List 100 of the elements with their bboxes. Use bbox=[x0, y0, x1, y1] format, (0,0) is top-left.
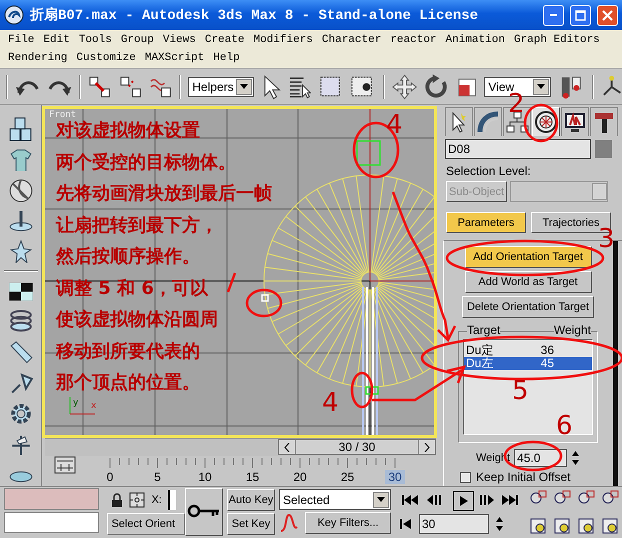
key-set-dropdown[interactable]: Selected bbox=[279, 489, 391, 510]
menu-item[interactable]: Customize bbox=[76, 52, 136, 64]
menu-item[interactable]: Graph Editors bbox=[514, 34, 600, 46]
panel-tab[interactable] bbox=[590, 107, 618, 136]
target-name: Du左 bbox=[466, 357, 494, 370]
menu-item[interactable]: File bbox=[8, 34, 34, 46]
menu-item[interactable]: Rendering bbox=[8, 52, 68, 64]
key-filters-button[interactable]: Key Filters... bbox=[305, 512, 391, 534]
menu-item[interactable]: Modifiers bbox=[253, 34, 313, 46]
checkbox[interactable] bbox=[460, 472, 471, 482]
menu-item[interactable]: Character bbox=[322, 34, 382, 46]
lock-icon[interactable] bbox=[111, 493, 124, 507]
panel-button[interactable]: Add World as Target bbox=[464, 271, 592, 293]
pin-icon[interactable] bbox=[8, 208, 34, 232]
coordinate-label: X: bbox=[151, 494, 162, 506]
capsule-icon[interactable] bbox=[8, 340, 34, 364]
maximize-icon bbox=[574, 8, 587, 22]
menu-item[interactable]: Animation bbox=[446, 34, 505, 46]
axis-tripod-icon bbox=[70, 396, 96, 414]
unlink-icon[interactable] bbox=[118, 74, 142, 98]
selection-level-label: Selection Level: bbox=[446, 164, 532, 178]
dummy-helper[interactable] bbox=[356, 140, 381, 166]
auto-key-button[interactable]: Auto Key bbox=[227, 489, 275, 511]
rotate-icon[interactable] bbox=[424, 74, 450, 100]
list-row[interactable]: Du左 45 bbox=[464, 357, 592, 370]
frame-label: 0 bbox=[106, 470, 114, 484]
maximize-viewport-icon[interactable] bbox=[600, 516, 620, 536]
spinner-icon[interactable] bbox=[495, 516, 504, 532]
menu-item[interactable]: reactor bbox=[390, 34, 437, 46]
minimize-icon bbox=[550, 14, 557, 16]
panel-tab[interactable] bbox=[561, 107, 589, 136]
annotation-number: 5 bbox=[512, 378, 529, 404]
selection-filter-dropdown[interactable]: Helpers bbox=[188, 76, 254, 96]
checkbox-label: Keep Initial Offset bbox=[476, 470, 570, 484]
window-title: 折扇B07.max - Autodesk 3ds Max 8 - Stand-alone License bbox=[30, 6, 480, 24]
spinner-icon[interactable] bbox=[571, 450, 580, 466]
rollout-tab[interactable]: Parameters bbox=[446, 212, 526, 233]
column-header: Target bbox=[467, 323, 500, 337]
play-icon bbox=[460, 496, 468, 506]
annotation-text: 让扇把转到最下方， bbox=[56, 214, 218, 238]
menu-item[interactable]: Help bbox=[213, 52, 240, 64]
weight-field[interactable]: 45.0 bbox=[514, 449, 568, 467]
menu-item[interactable]: Create bbox=[204, 34, 244, 46]
arc-icon bbox=[476, 110, 500, 134]
menu-item[interactable]: MAXScript bbox=[144, 52, 204, 64]
annotation-text: 调整 5 和 6，可以 bbox=[56, 276, 208, 300]
script-output-field[interactable] bbox=[4, 512, 100, 533]
frame-label: 20 bbox=[292, 470, 308, 484]
target-name: Du定 bbox=[466, 344, 494, 357]
list-row[interactable]: Du定 36 bbox=[464, 344, 592, 357]
next-frame-button[interactable] bbox=[419, 440, 435, 454]
status-prompt: Select Orient bbox=[107, 513, 186, 535]
shirt-icon[interactable] bbox=[8, 148, 34, 172]
time-slider[interactable]: 30 / 30 bbox=[278, 439, 436, 455]
orbit-icon[interactable] bbox=[576, 516, 596, 536]
key-icon bbox=[187, 504, 222, 518]
annotation-text: 然后按顺序操作。 bbox=[56, 245, 200, 269]
set-key-mode-button[interactable] bbox=[185, 488, 223, 536]
maximize-button[interactable] bbox=[570, 4, 591, 26]
link-icon[interactable] bbox=[88, 74, 112, 98]
annotation-text: 对该虚拟物体设置 bbox=[56, 119, 200, 143]
name-field[interactable]: D08 bbox=[445, 139, 591, 159]
close-button[interactable] bbox=[597, 4, 618, 26]
panel-button[interactable]: Delete Orientation Target bbox=[462, 296, 594, 318]
color-swatch[interactable] bbox=[595, 140, 612, 158]
absolute-mode-icon[interactable] bbox=[129, 492, 146, 508]
menu-item[interactable]: Views bbox=[162, 34, 196, 46]
region-zoom-icon[interactable] bbox=[528, 516, 548, 536]
panel-tab[interactable] bbox=[445, 107, 473, 136]
script-listener-field[interactable] bbox=[4, 488, 100, 510]
helper-marker[interactable] bbox=[365, 386, 379, 395]
axis-constraint-icon[interactable] bbox=[600, 74, 622, 98]
annotation-text: 使该虚拟物体沿圆周 bbox=[56, 308, 218, 332]
play-button[interactable] bbox=[453, 491, 474, 511]
select-by-name-icon[interactable] bbox=[288, 74, 312, 98]
move-icon[interactable] bbox=[392, 74, 417, 100]
figure-icon[interactable] bbox=[8, 239, 34, 263]
key-mode-icon[interactable] bbox=[399, 518, 413, 530]
minimize-button[interactable] bbox=[543, 4, 564, 26]
curve-icon[interactable] bbox=[279, 513, 299, 533]
menu-item[interactable]: Tools bbox=[78, 34, 112, 46]
scrollbar[interactable] bbox=[613, 241, 618, 486]
coil-icon[interactable] bbox=[8, 309, 34, 334]
cubes-icon[interactable] bbox=[8, 117, 34, 141]
previous-frame-button[interactable] bbox=[279, 440, 295, 454]
frame-label: 15 bbox=[244, 470, 260, 484]
panel-button[interactable]: Add Orientation Target bbox=[464, 246, 592, 268]
chevron-right-icon bbox=[424, 442, 430, 452]
close-icon bbox=[601, 8, 614, 22]
hammer-icon bbox=[592, 110, 616, 134]
frame-label: 10 bbox=[197, 470, 213, 484]
coordinate-field[interactable] bbox=[168, 490, 176, 510]
menu-item[interactable]: Group bbox=[120, 34, 154, 46]
menu-item[interactable]: Edit bbox=[43, 34, 70, 46]
set-key-button[interactable]: Set Key bbox=[227, 513, 275, 535]
trackbar-toggle-icon[interactable] bbox=[54, 456, 76, 474]
pan-icon[interactable] bbox=[552, 516, 572, 536]
frame-field[interactable]: 30 bbox=[419, 514, 489, 534]
annotation-text: 先将动画滑块放到最后一帧 bbox=[56, 182, 272, 206]
scale-icon[interactable] bbox=[456, 76, 478, 98]
